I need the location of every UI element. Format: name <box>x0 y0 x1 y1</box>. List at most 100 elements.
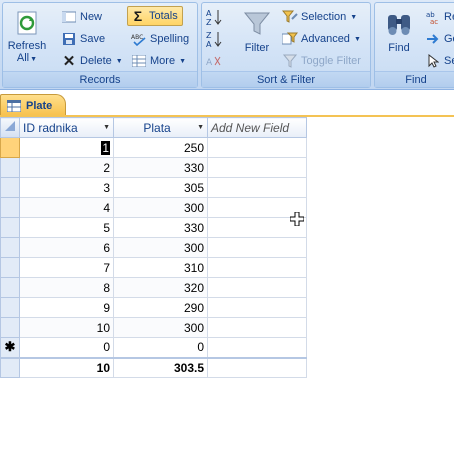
cell-plata[interactable]: 330 <box>113 157 208 178</box>
new-record-marker[interactable]: ✱ <box>0 337 20 358</box>
cell-plata[interactable]: 320 <box>113 277 208 298</box>
more-button[interactable]: More ▼ <box>131 51 186 71</box>
cell-id-radnika[interactable]: 4 <box>19 197 114 218</box>
cell-add-new-field[interactable] <box>207 317 307 338</box>
cell-id-radnika[interactable]: 1 <box>19 137 114 158</box>
select-button[interactable]: Se <box>425 51 454 71</box>
record-selector[interactable] <box>0 177 20 198</box>
goto-button[interactable]: Go <box>425 29 454 49</box>
record-selector[interactable] <box>0 157 20 178</box>
select-all-triangle-icon <box>5 121 15 131</box>
spelling-button[interactable]: ABC Spelling <box>131 29 189 49</box>
document-tab-strip: Plate <box>0 92 454 116</box>
cell-id-radnika[interactable]: 3 <box>19 177 114 198</box>
record-selector[interactable] <box>0 277 20 298</box>
replace-button[interactable]: abac Re <box>425 7 454 27</box>
cell-plata[interactable]: 305 <box>113 177 208 198</box>
sort-descending-button[interactable]: ZA <box>206 29 222 49</box>
record-selector[interactable] <box>0 297 20 318</box>
record-selector[interactable] <box>0 137 20 158</box>
sort-descending-icon: ZA <box>206 31 222 48</box>
clear-sort-button[interactable]: A <box>206 51 222 71</box>
table-row[interactable]: 3 305 <box>0 177 307 198</box>
cell-plata[interactable]: 300 <box>113 317 208 338</box>
column-dropdown-icon[interactable]: ▼ <box>103 124 110 131</box>
cell-add-new-field[interactable] <box>207 277 307 298</box>
table-row[interactable]: 1 250 <box>0 137 307 158</box>
totals-row-selector <box>0 356 20 378</box>
selection-filter-icon <box>282 9 298 25</box>
cell-add-new-field[interactable] <box>207 157 307 178</box>
chevron-down-icon: ▼ <box>353 35 361 43</box>
cell-plata[interactable]: 0 <box>113 337 208 358</box>
svg-text:A: A <box>206 40 212 48</box>
cell-plata[interactable]: 330 <box>113 217 208 238</box>
toggle-filter-icon <box>282 53 298 69</box>
table-row[interactable]: 5 330 <box>0 217 307 238</box>
column-header-add-new-field[interactable]: Add New Field <box>207 117 307 138</box>
cell-plata[interactable]: 300 <box>113 197 208 218</box>
svg-text:Z: Z <box>206 18 212 26</box>
table-row[interactable]: 2 330 <box>0 157 307 178</box>
delete-x-icon: ✕ <box>62 53 76 70</box>
delete-button[interactable]: ✕ Delete ▼ <box>61 51 123 71</box>
refresh-all-button[interactable]: Refresh All▼ <box>7 9 47 66</box>
cell-id-radnika[interactable]: 2 <box>19 157 114 178</box>
cell-id-radnika[interactable]: 8 <box>19 277 114 298</box>
cell-id-radnika[interactable]: 10 <box>19 317 114 338</box>
find-button[interactable]: Find <box>381 9 417 54</box>
table-row[interactable]: 10 300 <box>0 317 307 338</box>
cell-plata[interactable]: 290 <box>113 297 208 318</box>
table-row[interactable]: 8 320 <box>0 277 307 298</box>
column-dropdown-icon[interactable]: ▼ <box>197 124 204 131</box>
record-selector[interactable] <box>0 217 20 238</box>
cell-add-new-field[interactable] <box>207 337 307 358</box>
cell-add-new-field[interactable] <box>207 237 307 258</box>
clear-sort-icon: A <box>206 53 222 69</box>
cell-id-radnika[interactable]: 7 <box>19 257 114 278</box>
cell-add-new-field[interactable] <box>207 177 307 198</box>
sort-ascending-button[interactable]: AZ <box>206 7 222 27</box>
filter-button[interactable]: Filter <box>232 9 282 54</box>
cell-id-radnika[interactable]: 9 <box>19 297 114 318</box>
new-record-button[interactable]: New <box>61 7 102 27</box>
cell-add-new-field[interactable] <box>207 297 307 318</box>
record-selector[interactable] <box>0 317 20 338</box>
cell-id-radnika[interactable]: 0 <box>19 337 114 358</box>
record-selector[interactable] <box>0 237 20 258</box>
svg-text:ac: ac <box>430 18 438 24</box>
find-group-title: Find <box>375 71 454 87</box>
new-record-row[interactable]: ✱ 0 0 <box>0 337 307 358</box>
cell-plata[interactable]: 310 <box>113 257 208 278</box>
total-id-radnika[interactable]: 10 <box>19 356 114 378</box>
record-selector[interactable] <box>0 257 20 278</box>
record-selector[interactable] <box>0 197 20 218</box>
cell-id-radnika[interactable]: 6 <box>19 237 114 258</box>
cell-plata[interactable]: 250 <box>113 137 208 158</box>
table-row[interactable]: 6 300 <box>0 237 307 258</box>
toggle-filter-button[interactable]: Toggle Filter <box>282 51 361 71</box>
totals-row: 10 303.5 <box>0 356 307 378</box>
svg-text:A: A <box>206 9 212 18</box>
total-plata[interactable]: 303.5 <box>113 356 208 378</box>
tab-plate[interactable]: Plate <box>0 94 66 116</box>
cell-add-new-field[interactable] <box>207 137 307 158</box>
binoculars-icon <box>384 9 414 39</box>
cell-plata[interactable]: 300 <box>113 237 208 258</box>
cell-id-radnika[interactable]: 5 <box>19 217 114 238</box>
table-row[interactable]: 4 300 <box>0 197 307 218</box>
datasheet-grid: ID radnika ▼ Plata ▼ Add New Field 1 250 2 33… <box>0 117 307 378</box>
tab-label: Plate <box>26 99 53 112</box>
sort-filter-group: AZ ZA A Filter Selection ▼ Advanced ▼ To… <box>201 2 371 88</box>
totals-button[interactable]: Σ Totals <box>127 6 183 26</box>
table-row[interactable]: 7 310 <box>0 257 307 278</box>
cell-add-new-field[interactable] <box>207 257 307 278</box>
selection-button[interactable]: Selection ▼ <box>282 7 357 27</box>
table-row[interactable]: 9 290 <box>0 297 307 318</box>
advanced-button[interactable]: Advanced ▼ <box>282 29 361 49</box>
select-all-button[interactable] <box>0 117 20 138</box>
column-header-id-radnika[interactable]: ID radnika ▼ <box>19 117 114 138</box>
advanced-filter-icon <box>282 31 298 47</box>
save-button[interactable]: Save <box>61 29 105 49</box>
column-header-plata[interactable]: Plata ▼ <box>113 117 208 138</box>
